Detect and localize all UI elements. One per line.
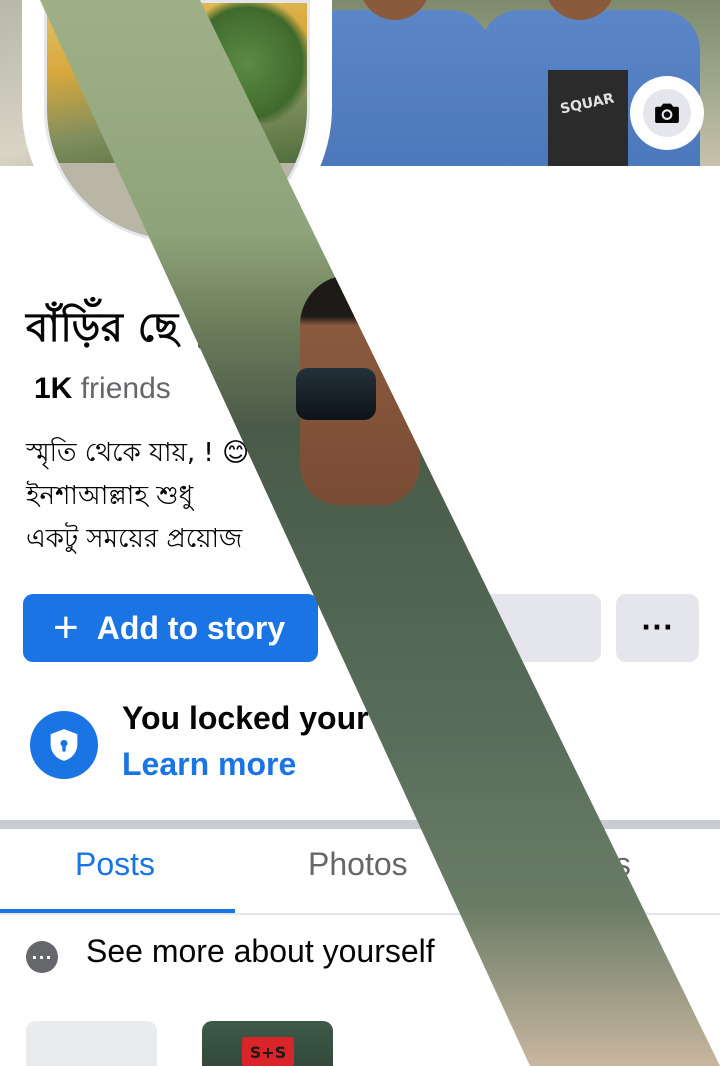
edit-profile-button[interactable]: rofile [390,594,601,662]
bio-line: ইনশাআল্লাহ শুধু [26,481,194,511]
tabs-border [0,913,720,915]
more-options-button[interactable]: ··· [616,594,699,662]
section-divider [0,820,720,829]
see-more-about-yourself-link[interactable]: See more about yourself [86,933,435,970]
plus-icon: + [53,603,79,652]
friends-count-value: 1K [34,372,73,405]
details-thumbnail[interactable]: S+S [202,1021,333,1066]
friends-count[interactable]: 1K friends [34,372,171,406]
edit-profile-label: rofile [410,609,489,646]
tab-reels[interactable]: els [590,846,631,883]
thumbnail-label: S+S [242,1037,294,1066]
tab-photos[interactable]: Photos [308,846,408,883]
bio-line: একটু সময়ের প্রয়োজ [26,524,243,554]
cover-shirt [548,70,628,166]
profile-picture-foliage [177,3,307,123]
more-dots-icon: ··· [26,941,58,973]
friends-count-label: friends [80,372,171,405]
tab-posts[interactable]: Posts [75,846,155,883]
add-to-story-button[interactable]: + Add to story [23,594,318,662]
bio-line: স্মৃতি থেকে যায়, ! 😊💔 সব হবে [26,438,369,468]
profile-picture[interactable] [44,0,310,242]
profile-bio: স্মৃতি থেকে যায়, ! 😊💔 সব হবে ইনশাআল্লাহ… [26,432,626,561]
cover-camera-button[interactable] [630,76,704,150]
camera-icon [643,89,691,137]
add-to-story-label: Add to story [96,609,286,646]
more-dots-icon: ··· [641,613,674,643]
details-thumbnail[interactable] [26,1021,157,1066]
locked-profile-title: You locked your [122,700,369,736]
learn-more-link[interactable]: Learn more [122,746,296,783]
profile-name: বাঁড়িঁর ছে কুঁমাঁর [26,305,279,351]
shield-lock-icon [30,711,98,779]
overlay-sunglasses [296,368,376,420]
profile-picture-ground [47,163,307,239]
